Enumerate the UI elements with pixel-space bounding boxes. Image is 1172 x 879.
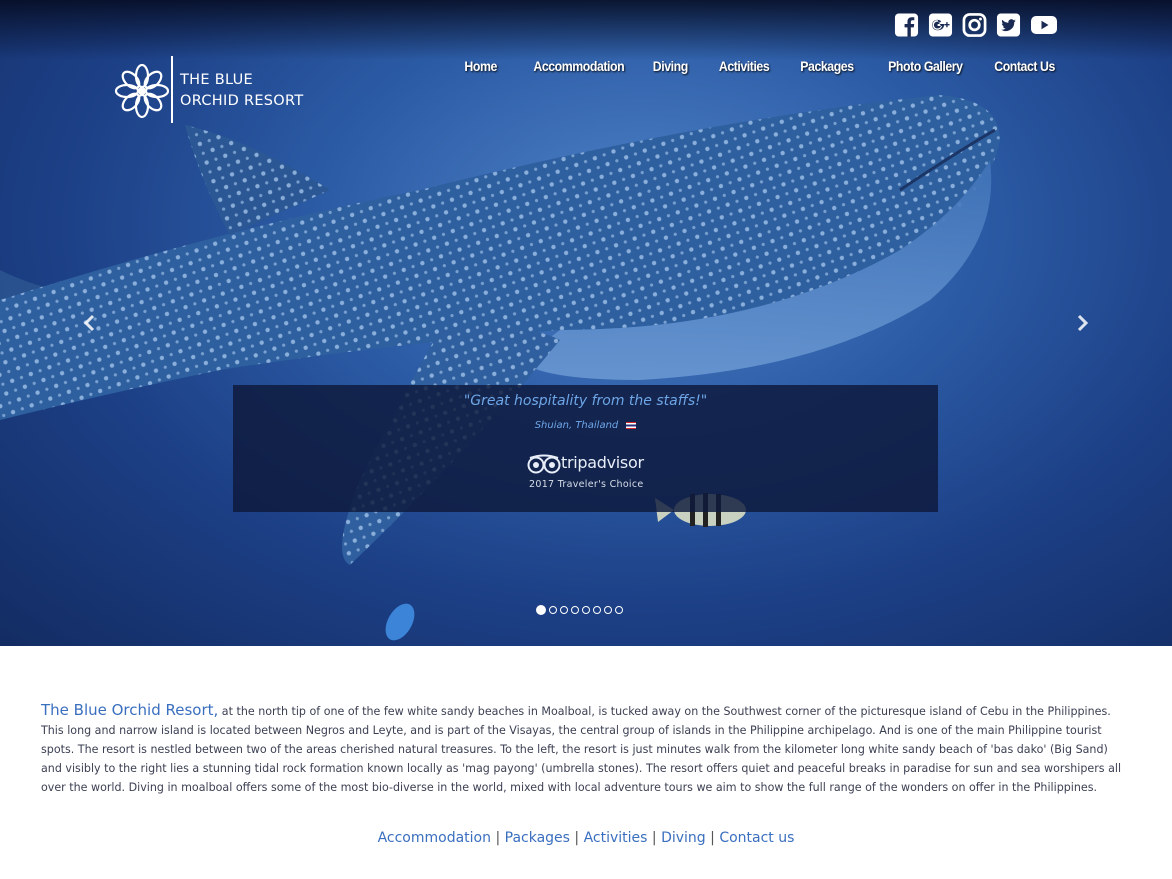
carousel-dot-7[interactable] bbox=[604, 606, 612, 614]
hero-carousel: THE BLUE ORCHID RESORT Home Accommodatio… bbox=[0, 0, 1172, 646]
tripadvisor-badge: tripadvisor 2017 Traveler's Choice bbox=[527, 453, 647, 493]
intro-lead: The Blue Orchid Resort, bbox=[41, 701, 219, 720]
logo-text: THE BLUE ORCHID RESORT bbox=[180, 70, 303, 112]
testimonial-author: Shuian, Thailand bbox=[534, 420, 619, 431]
testimonial-author-line: Shuian, Thailand bbox=[233, 420, 938, 431]
logo-line-1: THE BLUE bbox=[180, 72, 254, 88]
instagram-icon[interactable] bbox=[962, 12, 987, 38]
nav-contact-us[interactable]: Contact Us bbox=[994, 56, 1055, 76]
google-plus-icon[interactable] bbox=[928, 12, 953, 38]
award-subtitle: 2017 Traveler's Choice bbox=[529, 479, 644, 490]
testimonial-box: "Great hospitality from the staffs!" Shu… bbox=[233, 385, 938, 512]
main-nav: Home Accommodation Diving Activities Pac… bbox=[436, 56, 1055, 76]
carousel-dot-6[interactable] bbox=[593, 606, 601, 614]
carousel-dot-2[interactable] bbox=[549, 606, 557, 614]
social-links bbox=[894, 12, 1058, 40]
quick-link-packages[interactable]: Packages bbox=[505, 830, 570, 846]
nav-accommodation[interactable]: Accommodation bbox=[533, 56, 624, 76]
quick-links: Accommodation | Packages | Activities | … bbox=[0, 830, 1172, 846]
link-separator: | bbox=[710, 830, 715, 846]
quick-link-contact-us[interactable]: Contact us bbox=[719, 830, 794, 846]
thailand-flag-icon bbox=[626, 421, 637, 429]
logo-line-2: ORCHID RESORT bbox=[180, 93, 304, 109]
orchid-flower-icon bbox=[114, 63, 170, 119]
resort-logo[interactable]: THE BLUE ORCHID RESORT bbox=[113, 56, 303, 124]
carousel-next-arrow-icon[interactable] bbox=[1072, 312, 1092, 334]
quick-link-diving[interactable]: Diving bbox=[661, 830, 706, 846]
carousel-dot-1[interactable] bbox=[536, 605, 546, 615]
carousel-dot-5[interactable] bbox=[582, 606, 590, 614]
nav-packages[interactable]: Packages bbox=[800, 56, 854, 76]
nav-activities[interactable]: Activities bbox=[719, 56, 770, 76]
link-separator: | bbox=[495, 830, 501, 846]
tripadvisor-owl-icon bbox=[527, 454, 561, 474]
carousel-prev-arrow-icon[interactable] bbox=[80, 312, 100, 334]
link-separator: | bbox=[651, 830, 657, 846]
link-separator: | bbox=[574, 830, 580, 846]
carousel-dot-8[interactable] bbox=[615, 606, 623, 614]
nav-diving[interactable]: Diving bbox=[653, 56, 688, 76]
carousel-dot-3[interactable] bbox=[560, 606, 568, 614]
twitter-icon[interactable] bbox=[996, 12, 1021, 38]
nav-home[interactable]: Home bbox=[464, 56, 497, 76]
carousel-dot-4[interactable] bbox=[571, 606, 579, 614]
nav-photo-gallery[interactable]: Photo Gallery bbox=[888, 56, 963, 76]
facebook-icon[interactable] bbox=[894, 12, 919, 38]
logo-divider bbox=[171, 56, 173, 123]
quick-link-accommodation[interactable]: Accommodation bbox=[378, 830, 491, 846]
youtube-icon[interactable] bbox=[1030, 12, 1058, 38]
intro-paragraph: The Blue Orchid Resort, at the north tip… bbox=[41, 701, 1131, 797]
carousel-indicators bbox=[536, 605, 623, 615]
tripadvisor-wordmark: tripadvisor bbox=[561, 453, 644, 472]
testimonial-quote: "Great hospitality from the staffs!" bbox=[463, 393, 708, 409]
quick-link-activities[interactable]: Activities bbox=[584, 830, 648, 846]
